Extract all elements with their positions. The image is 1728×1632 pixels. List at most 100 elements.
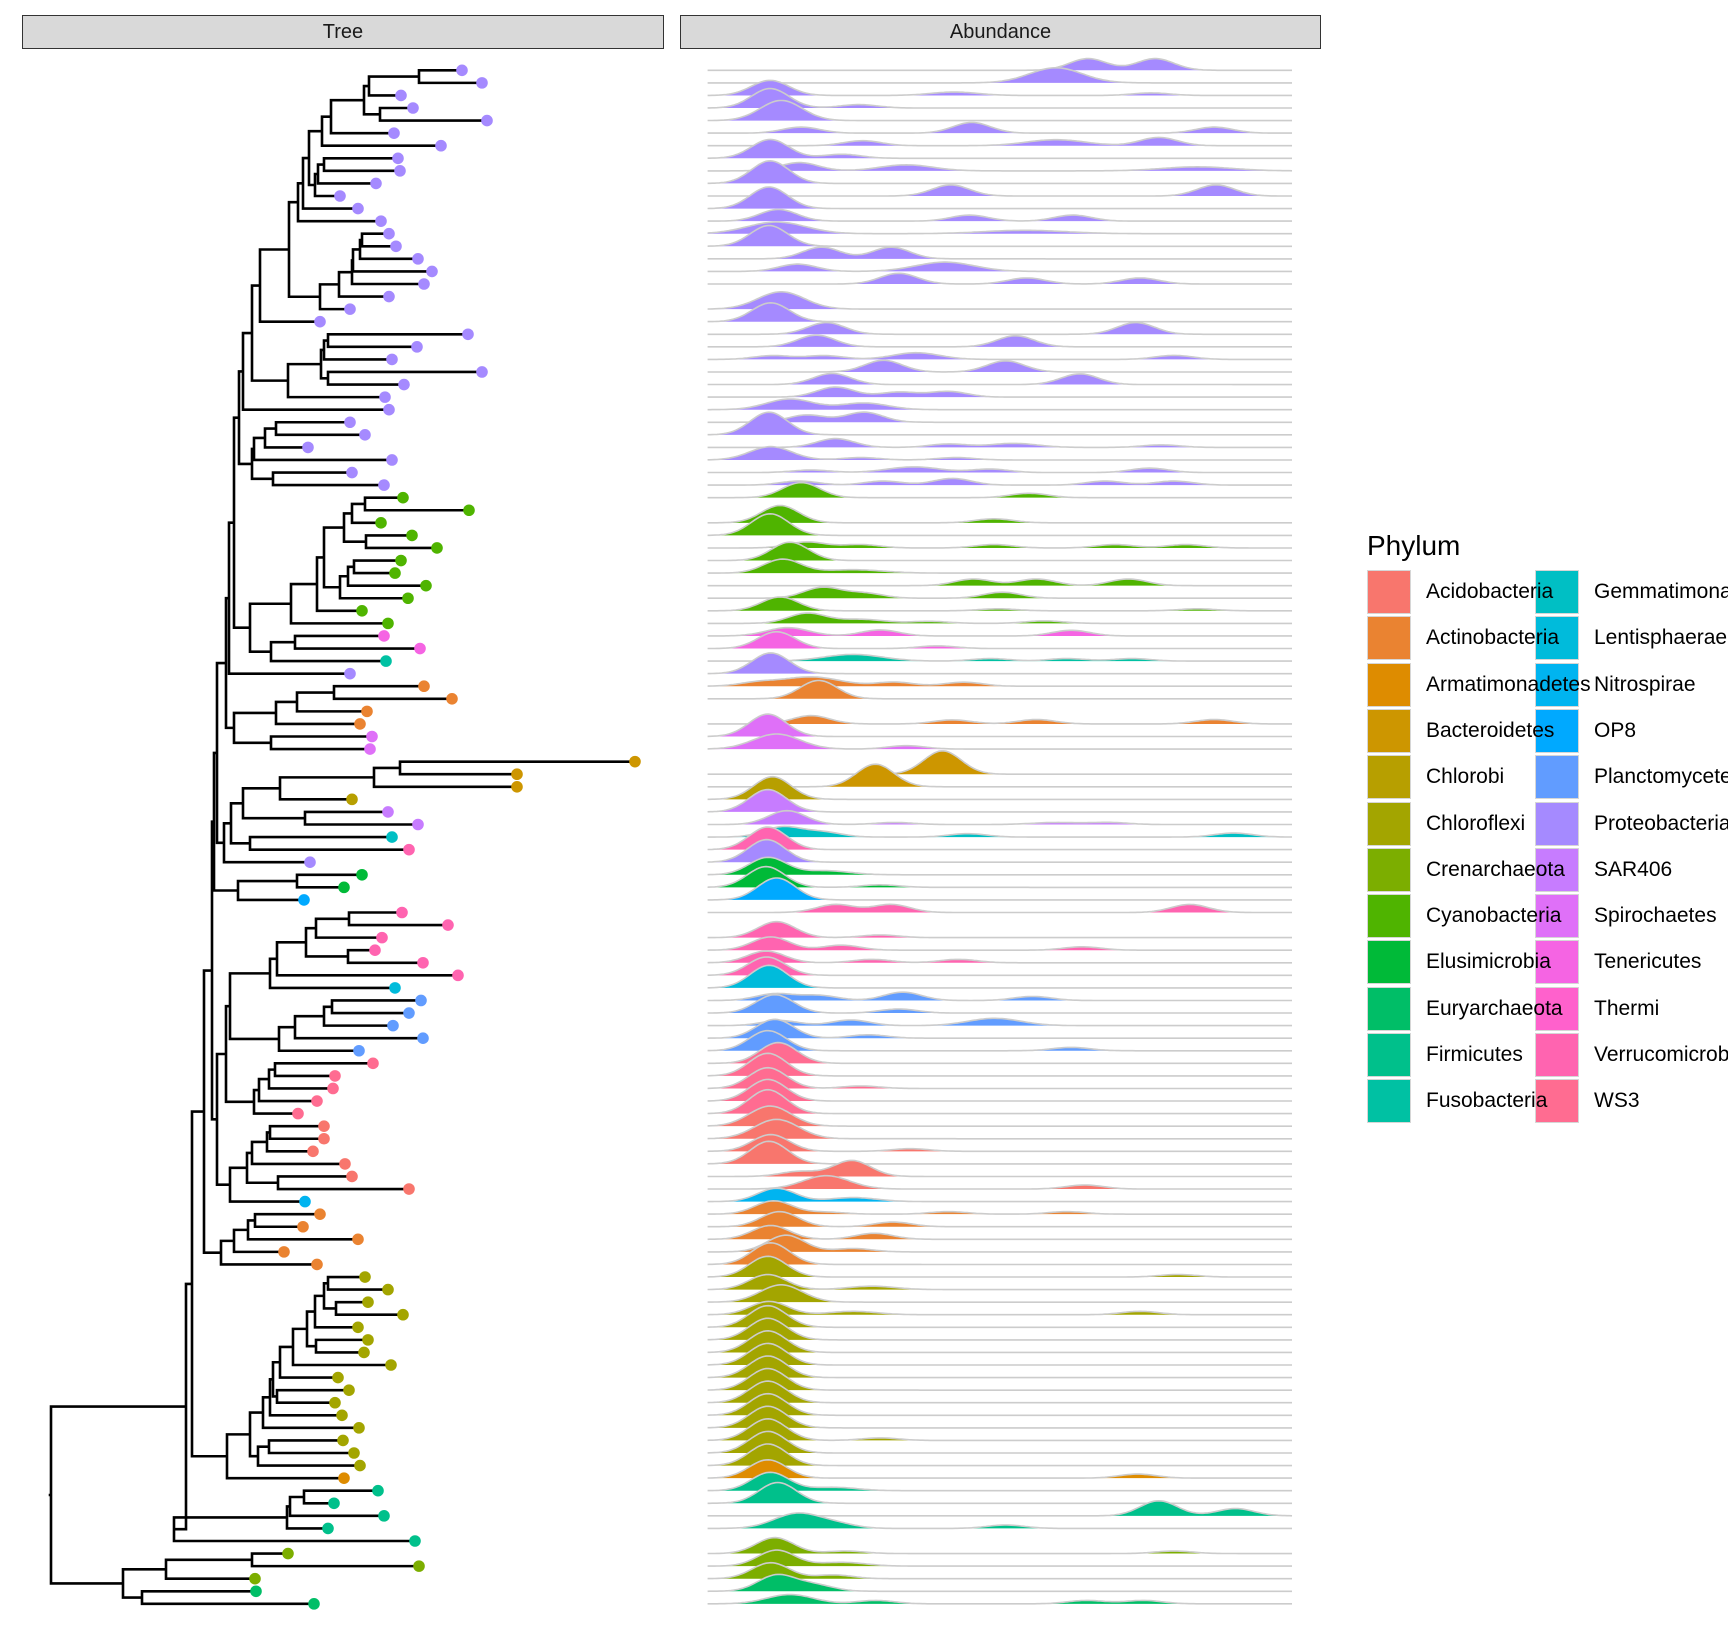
- tip-point: [386, 454, 398, 466]
- ridge-density-outline: [707, 272, 1292, 285]
- ridge-row: [707, 586, 1292, 599]
- ridge-row: [707, 466, 1292, 474]
- tip-point: [413, 1560, 425, 1572]
- ridge-row: [707, 184, 1292, 197]
- legend-label: Firmicutes: [1426, 1043, 1523, 1066]
- tip-point: [337, 1434, 349, 1447]
- tip-point: [442, 919, 454, 931]
- tip-point: [511, 780, 523, 793]
- ridge-row: [707, 626, 1292, 637]
- ridge-row: [707, 596, 1292, 612]
- tip-point: [354, 1459, 366, 1472]
- tip-point: [412, 818, 424, 831]
- tip-point: [366, 730, 378, 743]
- tip-point: [249, 1572, 261, 1585]
- tip-point: [292, 1107, 304, 1120]
- ridge-row: [707, 676, 1292, 687]
- ridge-row: [707, 903, 1292, 914]
- tip-point: [403, 1007, 415, 1019]
- tip-point: [481, 114, 493, 127]
- ridge-row: [707, 221, 1292, 235]
- tip-point: [346, 793, 358, 806]
- ridge-row: [707, 138, 1292, 160]
- legend-label: Bacteroidetes: [1426, 718, 1555, 742]
- tip-point: [327, 1082, 339, 1095]
- ridge-density-fill: [707, 764, 1292, 787]
- ridge-density-fill: [707, 1594, 1292, 1604]
- ridge-density-outline: [707, 136, 1292, 147]
- tip-point: [334, 190, 346, 202]
- tip-point: [383, 227, 395, 240]
- tip-point: [463, 504, 475, 517]
- legend-label: Verrucomicrobia: [1594, 1043, 1728, 1066]
- ridge-row: [707, 291, 1292, 310]
- tip-point: [476, 77, 488, 89]
- ridge-row: [707, 964, 1292, 989]
- ridge-row: [707, 261, 1292, 273]
- legend-label: Tenericutes: [1594, 950, 1702, 974]
- ridge-density-fill: [707, 965, 1292, 988]
- legend-label: OP8: [1594, 718, 1637, 742]
- tip-point: [356, 868, 368, 881]
- legend-label: Acidobacteria: [1426, 580, 1554, 603]
- tip-point: [361, 705, 373, 718]
- tip-point: [397, 491, 409, 504]
- legend-label: Crenarchaeota: [1426, 857, 1565, 881]
- ridge-row: [707, 750, 1292, 775]
- tip-point: [364, 743, 376, 755]
- ridge-row: [707, 578, 1292, 587]
- tip-point: [375, 517, 387, 529]
- tip-point: [426, 265, 438, 278]
- tip-point: [407, 102, 419, 114]
- ridge-row: [707, 161, 1293, 172]
- tip-point: [302, 441, 314, 454]
- ridge-row: [707, 121, 1292, 134]
- legend-label: WS3: [1594, 1089, 1640, 1113]
- tip-point: [383, 403, 395, 416]
- ridge-row: [707, 763, 1292, 788]
- tip-point: [382, 1283, 394, 1296]
- ridge-row: [707, 411, 1292, 424]
- legend-key-fusobacteria: [1367, 1079, 1411, 1124]
- ridge-density-outline: [707, 750, 1292, 775]
- legend-title: Phylum: [1367, 530, 1461, 561]
- tip-point: [328, 1497, 340, 1510]
- tip-point: [372, 1484, 384, 1497]
- ridge-row: [707, 825, 1292, 838]
- tip-point: [346, 1170, 358, 1183]
- tip-point: [409, 1535, 421, 1547]
- tree-branch-lines: [48, 69, 637, 1606]
- tip-point: [332, 1371, 344, 1384]
- tip-point: [397, 1308, 409, 1321]
- abundance-ridges: [707, 57, 1293, 1605]
- tip-point: [395, 89, 407, 102]
- ridge-density-fill: [707, 951, 1292, 963]
- tree-branches: [48, 69, 637, 1606]
- ridge-row: [707, 1536, 1292, 1555]
- tip-point: [339, 1158, 351, 1170]
- ridge-row: [707, 359, 1292, 373]
- tip-point: [282, 1547, 294, 1560]
- ridge-row: [707, 351, 1292, 361]
- legend-key-verrucomicrobia: [1535, 1033, 1579, 1077]
- tip-point: [392, 152, 404, 165]
- tip-point: [396, 906, 408, 919]
- tip-point: [403, 843, 415, 856]
- tip-point: [476, 366, 488, 378]
- ridge-row: [707, 246, 1292, 260]
- tip-point: [352, 202, 364, 215]
- tip-point: [394, 165, 406, 177]
- tip-point: [307, 1145, 319, 1158]
- tip-point: [352, 1321, 364, 1334]
- tip-point: [356, 605, 368, 617]
- tip-point: [411, 341, 423, 353]
- tip-point: [308, 1598, 320, 1610]
- tip-point: [304, 856, 316, 869]
- legend-label: Planctomycetes: [1594, 765, 1728, 789]
- tip-point: [418, 278, 430, 290]
- ridge-row: [707, 936, 1292, 951]
- tip-point: [420, 579, 432, 592]
- ridge-density-fill: [707, 412, 1292, 423]
- legend-key-planctomycetes: [1535, 755, 1579, 800]
- tip-point: [318, 1120, 330, 1132]
